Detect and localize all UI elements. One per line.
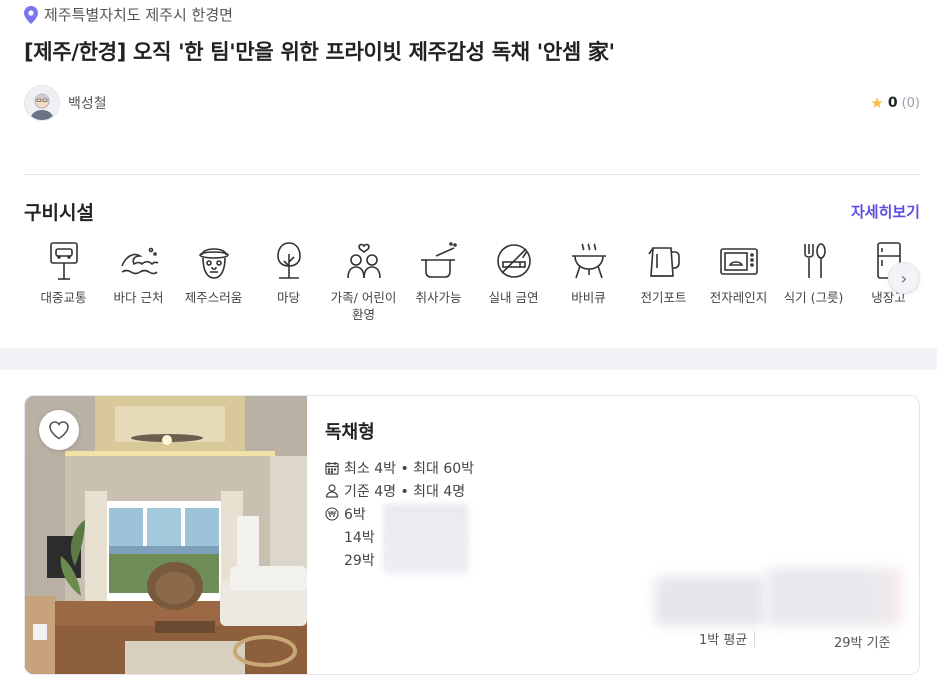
bus-stop-icon (49, 242, 78, 280)
calendar-icon (325, 462, 339, 475)
person-icon (325, 484, 339, 498)
price-row: 29박 (344, 550, 386, 570)
amenity-item: 식기 (그릇) (776, 240, 851, 323)
won-icon: ₩ (325, 507, 339, 521)
price-row: 14박 (344, 527, 386, 547)
location: 제주특별자치도 제주시 한경면 (24, 4, 233, 25)
rating: ★ 0 (0) (870, 94, 920, 112)
host-profile[interactable]: 백성철 (24, 85, 107, 121)
dolharubang-icon (198, 248, 229, 279)
cooking-pot-icon (420, 242, 457, 278)
blurred-prices (383, 504, 469, 574)
avatar[interactable] (24, 85, 60, 121)
night-option: 6박 (344, 507, 366, 523)
amenity-item: 마당 (251, 240, 326, 323)
amenity-item: 바다 근처 (101, 240, 176, 323)
night-option: 14박 (344, 530, 375, 546)
amenity-item: 제주스러움 (176, 240, 251, 323)
rating-score: 0 (887, 95, 898, 111)
location-pin-icon (24, 5, 38, 24)
amenity-label: 마당 (276, 290, 300, 305)
no-smoking-icon (496, 244, 531, 278)
amenity-item: 전기포트 (626, 240, 701, 323)
star-icon: ★ (870, 94, 884, 112)
amenities-list: 대중교통 바다 근처 제주스러움 마당 가족/ 어린이 환영 취사가능 실내 금… (26, 240, 911, 332)
amenity-label: 실내 금연 (488, 290, 539, 305)
amenities-title: 구비시설 (24, 202, 94, 224)
amenities-more-link[interactable]: 자세히보기 (851, 201, 920, 222)
sea-wave-icon (120, 247, 158, 275)
amenity-label: 제주스러움 (184, 290, 243, 305)
amenity-item: 대중교통 (26, 240, 101, 323)
microwave-icon (719, 248, 758, 275)
amenity-label: 전자레인지 (709, 290, 768, 305)
guest-capacity-text: 기준 4명 • 최대 4명 (344, 484, 466, 500)
host-name[interactable]: 백성철 (68, 93, 107, 113)
review-count: (0) (901, 95, 920, 111)
amenity-label: 대중교통 (40, 290, 87, 305)
host-avatar-icon (25, 86, 59, 120)
section-separator (0, 348, 937, 370)
heart-icon (49, 421, 69, 440)
night-option: 29박 (344, 553, 375, 569)
tree-icon (276, 242, 301, 279)
wishlist-button[interactable] (39, 410, 79, 450)
blurred-total-price (767, 568, 902, 626)
family-icon (346, 243, 381, 279)
guest-capacity: 기준 4명 • 최대 4명 (325, 481, 465, 501)
chevron-right-icon: › (900, 268, 908, 288)
amenity-item: 실내 금연 (476, 240, 551, 323)
page-title: [제주/한경] 오직 '한 팀'만을 위한 프라이빗 제주감성 독채 '안셈 家… (24, 40, 615, 64)
cutlery-icon (803, 243, 826, 278)
room-photo[interactable] (25, 396, 307, 674)
divider (24, 174, 920, 175)
amenity-item: 가족/ 어린이 환영 (326, 240, 401, 323)
amenity-label: 가족/ 어린이 환영 (330, 290, 397, 322)
amenity-label: 전기포트 (640, 290, 687, 305)
amenities-next-button[interactable]: › (888, 262, 920, 294)
bbq-grill-icon (571, 243, 606, 279)
svg-text:₩: ₩ (328, 510, 336, 519)
stay-range-text: 최소 4박 • 최대 60박 (344, 461, 475, 477)
amenity-label: 취사가능 (415, 290, 462, 305)
avg-price-label: 1박 평균 (699, 633, 748, 648)
stay-range: 최소 4박 • 최대 60박 (325, 458, 474, 478)
blurred-avg-price (655, 576, 765, 626)
amenity-label: 바비큐 (571, 290, 606, 305)
room-name: 독채형 (325, 422, 375, 443)
location-text: 제주특별자치도 제주시 한경면 (44, 6, 233, 24)
base-price-label: 29박 기준 (834, 636, 891, 651)
amenity-item: 전자레인지 (701, 240, 776, 323)
divider (754, 631, 755, 647)
room-card[interactable]: 독채형 최소 4박 • 최대 60박 기준 4명 • 최대 4명 ₩ 6박 14… (24, 395, 920, 675)
electric-kettle-icon (647, 247, 680, 277)
amenity-label: 식기 (그릇) (783, 290, 844, 305)
amenity-label: 바다 근처 (113, 290, 164, 305)
amenity-item: 바비큐 (551, 240, 626, 323)
amenity-item: 취사가능 (401, 240, 476, 323)
